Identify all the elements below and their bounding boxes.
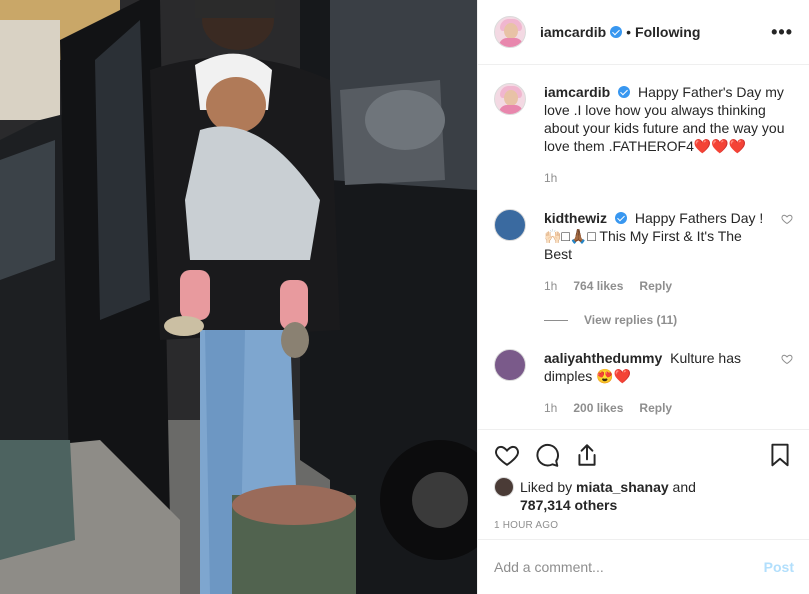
comment-username[interactable]: aaliyahthedummy xyxy=(544,350,662,366)
post-image xyxy=(0,0,477,594)
following-button[interactable]: Following xyxy=(635,24,700,40)
comment-time[interactable]: 1h xyxy=(544,399,557,417)
caption-avatar[interactable] xyxy=(494,83,526,115)
post-timestamp[interactable]: 1 HOUR AGO xyxy=(494,520,793,531)
verified-icon xyxy=(610,26,623,38)
likes-summary: Liked by miata_shanay and 787,314 others xyxy=(494,477,793,514)
view-replies-label[interactable]: View replies (11) xyxy=(584,313,677,327)
share-icon[interactable] xyxy=(574,442,600,468)
comment-avatar[interactable] xyxy=(494,349,526,381)
post-header: iamcardib • Following ••• xyxy=(478,0,809,65)
comment-icon[interactable] xyxy=(534,442,560,468)
post-sidebar: iamcardib • Following ••• iamcardib Happ… xyxy=(477,0,809,594)
comment-item: kidthewiz Happy Fathers Day ! 🙌🏻□🙏🏾□ Thi… xyxy=(494,209,793,295)
verified-icon xyxy=(615,212,628,224)
likes-joiner: and xyxy=(672,479,696,495)
caption-username[interactable]: iamcardib xyxy=(544,84,610,100)
follow-separator: • xyxy=(626,24,632,40)
reply-button[interactable]: Reply xyxy=(639,399,672,417)
add-comment-bar: Post xyxy=(478,539,809,594)
bookmark-icon[interactable] xyxy=(767,442,793,468)
verified-icon xyxy=(618,86,631,98)
reply-button[interactable]: Reply xyxy=(639,277,672,295)
comment-like-icon[interactable] xyxy=(781,353,793,365)
post-photo[interactable] xyxy=(0,0,477,594)
comment-input[interactable] xyxy=(494,559,764,575)
likes-others[interactable]: 787,314 others xyxy=(520,497,617,513)
author-username[interactable]: iamcardib xyxy=(540,24,606,40)
comment-username[interactable]: kidthewiz xyxy=(544,210,607,226)
post-comment-button[interactable]: Post xyxy=(764,559,794,575)
author-avatar[interactable] xyxy=(494,16,526,48)
instagram-post: iamcardib • Following ••• iamcardib Happ… xyxy=(0,0,809,594)
action-icons xyxy=(494,440,793,470)
comment-like-icon[interactable] xyxy=(781,213,793,225)
view-replies[interactable]: View replies (11) xyxy=(544,313,793,327)
caption-meta: 1h xyxy=(544,169,793,187)
comment-avatar[interactable] xyxy=(494,209,526,241)
more-icon[interactable]: ••• xyxy=(771,22,793,43)
liker-avatar[interactable] xyxy=(494,477,514,497)
comment-meta: 1h 764 likes Reply xyxy=(544,277,773,295)
comments-list[interactable]: iamcardib Happy Father's Day my love .I … xyxy=(478,65,809,429)
comment-time[interactable]: 1h xyxy=(544,277,557,295)
comment-meta: 1h 200 likes Reply xyxy=(544,399,773,417)
caption: iamcardib Happy Father's Day my love .I … xyxy=(494,83,793,187)
caption-time[interactable]: 1h xyxy=(544,169,557,187)
comment-likes[interactable]: 764 likes xyxy=(573,277,623,295)
heart-icon[interactable] xyxy=(494,442,520,468)
comment-item: aaliyahthedummy Kulture has dimples 😍❤️ … xyxy=(494,349,793,417)
likes-prefix: Liked by xyxy=(520,479,573,495)
comment-likes[interactable]: 200 likes xyxy=(573,399,623,417)
liker-username[interactable]: miata_shanay xyxy=(576,479,669,495)
